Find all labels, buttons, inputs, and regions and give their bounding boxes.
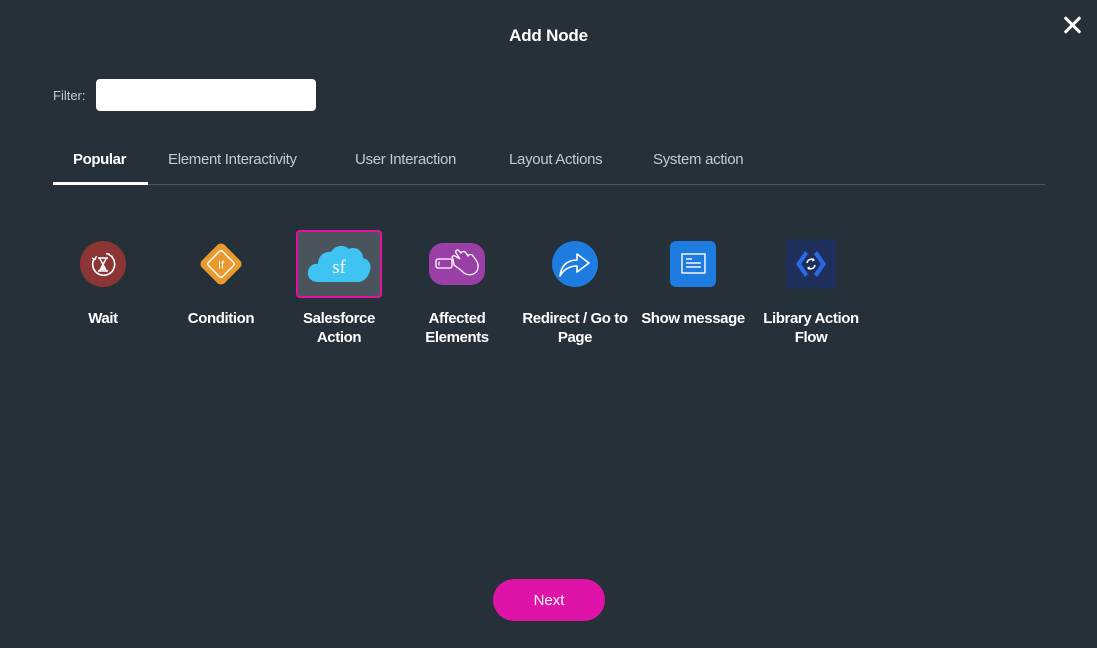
filter-input[interactable] [96, 79, 316, 111]
tab-user-interaction[interactable]: User Interaction [355, 151, 456, 168]
node-label: Library Action Flow [763, 310, 859, 346]
node-show-message[interactable]: Show message [634, 230, 752, 328]
hand-pointer-element-icon [429, 243, 485, 285]
filter-label: Filter: [53, 88, 86, 103]
node-condition[interactable]: If Condition [162, 230, 280, 328]
salesforce-cloud-icon: sf [307, 245, 371, 282]
node-label: Wait [88, 310, 118, 327]
node-label: Show message [641, 310, 745, 327]
dialog-title: Add Node [509, 26, 588, 45]
node-redirect-go-to-page[interactable]: Redirect / Go to Page [516, 230, 634, 347]
hourglass-timer-icon [80, 241, 126, 287]
message-box-icon [670, 241, 716, 287]
tab-element-interactivity[interactable]: Element Interactivity [168, 151, 297, 168]
next-button[interactable]: Next [493, 579, 605, 621]
node-label: Condition [187, 310, 255, 327]
tab-popular[interactable]: Popular [73, 151, 126, 168]
node-library-action-flow[interactable]: Library Action Flow [752, 230, 870, 347]
node-salesforce-action[interactable]: sf Salesforce Action [280, 230, 398, 347]
if-condition-icon: If [200, 243, 242, 285]
close-icon[interactable] [1059, 12, 1085, 38]
redirect-arrow-icon [552, 241, 598, 287]
svg-text:If: If [218, 260, 225, 272]
node-wait[interactable]: Wait [44, 230, 162, 328]
node-label: Salesforce Action [303, 310, 375, 346]
node-affected-elements[interactable]: Affected Elements [398, 230, 516, 347]
svg-text:sf: sf [332, 257, 346, 278]
node-label: Redirect / Go to Page [522, 310, 628, 346]
tab-system-action[interactable]: System action [653, 151, 744, 168]
tab-layout-actions[interactable]: Layout Actions [509, 151, 603, 168]
active-tab-indicator [53, 182, 148, 185]
code-refresh-icon [786, 239, 836, 289]
node-label: Affected Elements [425, 310, 489, 346]
category-tabs: Popular Element Interactivity User Inter… [53, 140, 1045, 185]
